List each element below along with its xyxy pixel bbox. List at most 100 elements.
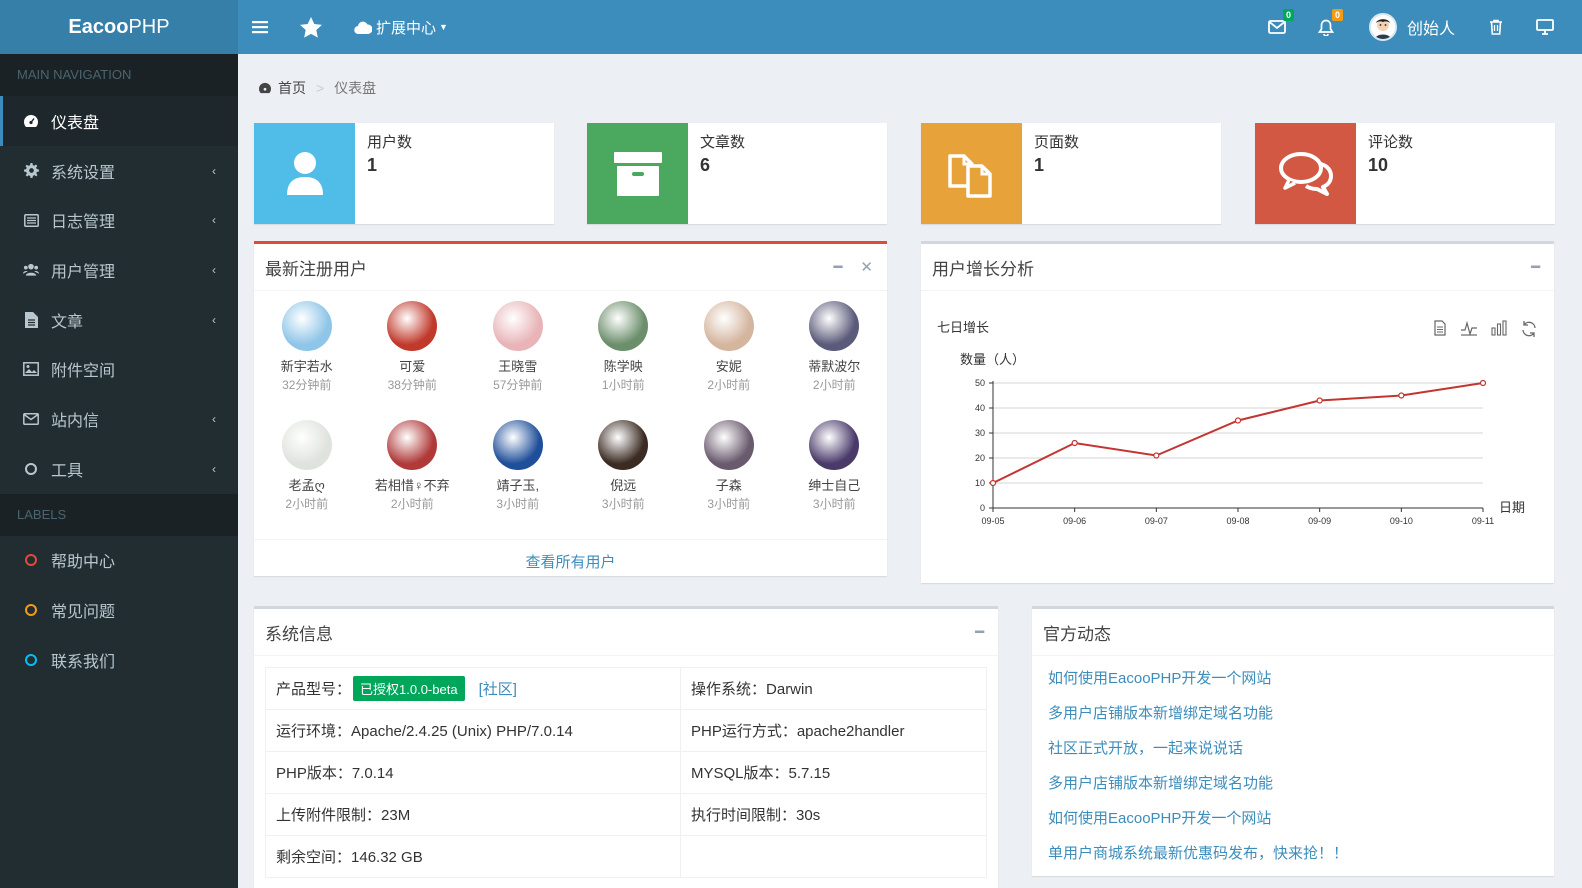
php-mode-value: apache2handler [796,723,905,740]
stat-label: 用户数 [367,134,413,151]
sidebar-item-attachments[interactable]: 附件空间 [0,344,238,394]
user-name[interactable]: 蒂默波尔 [808,357,860,376]
stat-box-pages[interactable]: 页面数 1 [921,123,1221,224]
news-link[interactable]: 社区正式开放，一起来说说话 [1048,731,1554,766]
avatar[interactable] [703,420,754,470]
user-card[interactable]: 绅士自己 3小时前 [782,420,888,539]
avatar[interactable] [387,420,438,470]
stat-value: 10 [1368,155,1389,175]
user-card[interactable]: 陈学映 1小时前 [571,301,677,420]
minus-icon[interactable]: ━ [833,258,842,276]
stat-box-articles[interactable]: 文章数 6 [587,123,887,224]
free-space-cell: 剩余空间：146.32 GB [265,835,681,878]
clear-cache-button[interactable] [1489,0,1503,54]
user-name[interactable]: 老孟ღ [289,476,325,495]
sidebar-item-contact[interactable]: 联系我们 [0,635,238,685]
hamburger-icon [252,21,268,34]
box-title: 最新注册用户 [265,259,367,279]
community-link[interactable]: [社区] [479,681,517,698]
user-card[interactable]: 安妮 2小时前 [676,301,782,420]
avatar[interactable] [809,420,860,470]
sidebar-item-dashboard[interactable]: 仪表盘 [0,96,238,146]
circle-icon [23,652,39,668]
view-all-users-link[interactable]: 查看所有用户 [254,539,887,585]
data-point [1479,379,1487,387]
avatar[interactable] [598,420,649,470]
data-point [1071,439,1078,447]
sidebar-item-help[interactable]: 帮助中心 [0,536,238,586]
y-tick-label: 50 [975,378,985,388]
sidebar: MAIN NAVIGATION 仪表盘 系统设置 ‹ 日志管理 ‹ 用户管理 ‹… [0,54,238,888]
user-name[interactable]: 若相惜♀不弃 [375,476,450,495]
circle-icon [23,602,39,618]
sidebar-item-articles[interactable]: 文章 ‹ [0,295,238,345]
user-card[interactable]: 可爱 38分钟前 [360,301,466,420]
user-card[interactable]: 若相惜♀不弃 2小时前 [360,420,466,539]
sidebar-item-tools[interactable]: 工具 ‹ [0,444,238,494]
avatar[interactable] [492,420,543,470]
news-link[interactable]: 如何使用EacooPHP开发一个网站 [1048,661,1554,696]
news-link[interactable]: 单用户商城系统最新优惠码发布，快来抢！！ [1048,836,1554,871]
user-name[interactable]: 王晓雪 [498,357,537,376]
user-name[interactable]: 子森 [716,476,742,495]
user-growth-box: 用户增长分析 ━ 七日增长 数量（人） 0 10 20 30 40 50 09-05 09-06… [921,241,1554,583]
user-card[interactable]: 蒂默波尔 2小时前 [782,301,888,420]
system-info-table: 产品型号： 已授权1.0.0-beta [社区] 操作系统：Darwin 运行环境：… [265,667,987,878]
user-name[interactable]: 靖子玉, [496,476,539,495]
minus-icon[interactable]: ━ [975,623,984,641]
news-list: 如何使用EacooPHP开发一个网站 多用户店铺版本新增绑定域名功能 社区正式开… [1032,656,1554,871]
user-card[interactable]: 靖子玉, 3小时前 [465,420,571,539]
close-icon[interactable]: ✕ [860,258,873,276]
news-link[interactable]: 如何使用EacooPHP开发一个网站 [1048,801,1554,836]
sidebar-item-settings[interactable]: 系统设置 ‹ [0,146,238,196]
env-cell: 运行环境：Apache/2.4.25 (Unix) PHP/7.0.14 [265,709,681,752]
sidebar-item-faq[interactable]: 常见问题 [0,585,238,635]
x-tick-label: 09-10 [1390,516,1413,526]
chevron-left-icon: ‹ [212,461,216,476]
favorites-button[interactable] [300,0,322,54]
user-name[interactable]: 安妮 [716,357,742,376]
avatar[interactable] [387,301,438,351]
avatar[interactable] [281,301,332,351]
copy-icon [921,123,1022,224]
sidebar-toggle-button[interactable] [252,0,268,54]
avatar[interactable] [809,301,860,351]
extension-center-menu[interactable]: 扩展中心 ▼ [354,0,448,54]
user-card[interactable]: 新宇若水 32分钟前 [254,301,360,420]
os-value: Darwin [766,681,813,698]
news-link[interactable]: 多用户店铺版本新增绑定域名功能 [1048,696,1554,731]
avatar[interactable] [703,301,754,351]
frontend-view-button[interactable] [1536,0,1554,54]
user-menu[interactable]: 创始人 [1369,0,1455,54]
circle-icon [23,461,39,477]
messages-button[interactable] [1268,0,1286,54]
sidebar-item-logs[interactable]: 日志管理 ‹ [0,195,238,245]
chevron-left-icon: ‹ [212,213,216,228]
user-card[interactable]: 老孟ღ 2小时前 [254,420,360,539]
user-name[interactable]: 陈学映 [604,357,643,376]
stat-box-users[interactable]: 用户数 1 [254,123,554,224]
user-card[interactable]: 倪远 3小时前 [571,420,677,539]
box-title: 官方动态 [1043,624,1111,644]
avatar[interactable] [598,301,649,351]
user-name[interactable]: 倪远 [610,476,636,495]
user-card[interactable]: 王晓雪 57分钟前 [465,301,571,420]
user-name[interactable]: 新宇若水 [281,357,333,376]
notifications-button[interactable] [1318,0,1334,54]
sidebar-item-label: 站内信 [51,412,100,430]
avatar[interactable] [281,420,332,470]
sidebar-item-messages[interactable]: 站内信 ‹ [0,394,238,444]
data-point [989,479,997,487]
brand-logo[interactable]: Eacoo PHP [0,0,238,54]
user-name[interactable]: 可爱 [399,357,425,376]
stat-box-comments[interactable]: 评论数 10 [1255,123,1555,224]
extension-center-label: 扩展中心 [376,19,437,37]
minus-icon[interactable]: ━ [1531,258,1540,276]
avatar[interactable] [492,301,543,351]
user-card[interactable]: 子森 3小时前 [676,420,782,539]
news-link[interactable]: 多用户店铺版本新增绑定域名功能 [1048,766,1554,801]
sidebar-item-users[interactable]: 用户管理 ‹ [0,245,238,295]
breadcrumb-home-link[interactable]: 首页 [278,78,306,98]
user-name[interactable]: 绅士自己 [808,476,860,495]
user-registered-time: 3小时前 [496,497,540,511]
